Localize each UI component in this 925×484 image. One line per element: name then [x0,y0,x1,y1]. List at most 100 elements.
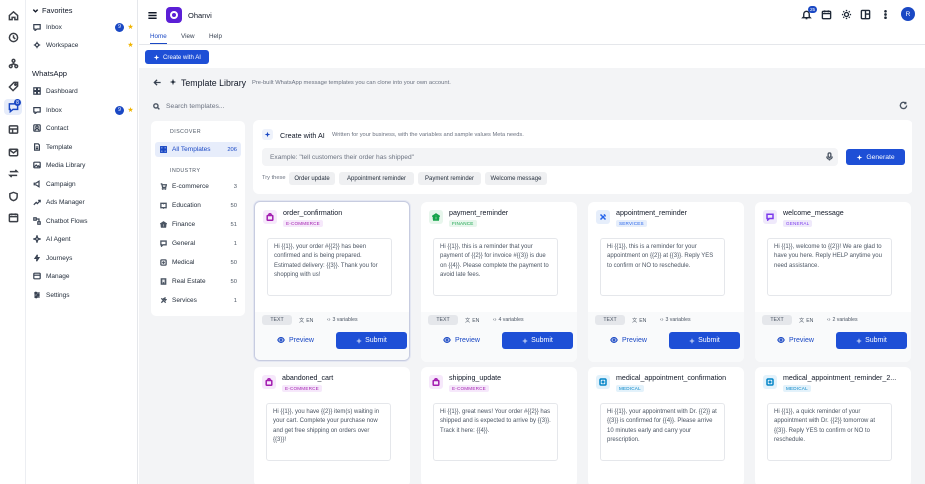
preview-button[interactable]: Preview [610,336,647,344]
more-vertical-icon[interactable] [879,8,892,21]
sidebar-item-dashboard[interactable]: Dashboard [32,84,134,98]
preview-button[interactable]: Preview [777,336,814,344]
preview-button[interactable]: Preview [277,336,314,344]
fav-item-inbox[interactable]: Inbox 9 ★ [32,20,134,34]
tag-icon[interactable] [4,78,22,94]
template-library-page: Template Library Pre-built WhatsApp mess… [139,68,925,484]
industry-heading: INDUSTRY [170,168,201,174]
sidebar-item-ads-manager[interactable]: Ads Manager [32,195,134,209]
filter-education[interactable]: Education 50 [155,198,241,213]
filter-count: 3 [233,183,237,190]
template-card-shipping-update[interactable]: shipping_update E-COMMERCE Hi {{1}}, gre… [421,367,577,484]
generate-button[interactable]: Generate [846,149,905,165]
home-icon[interactable] [4,7,22,23]
category-badge: MEDICAL [783,385,811,392]
tab-home[interactable]: Home [150,33,167,44]
filter-label: Education [172,202,201,209]
history-icon[interactable] [4,29,22,45]
page-subtitle: Pre-built WhatsApp message templates you… [252,80,451,86]
sidebar-item-label: Campaign [46,180,76,188]
filter-real-estate[interactable]: Real Estate 50 [155,274,241,289]
card-footer: TEXT 文 EN ‹› 3 variables Preview Submit [588,312,744,362]
whatsapp-chat-icon[interactable]: 8 [4,99,22,115]
sidebar-item-template[interactable]: Template [32,140,134,154]
discover-heading: DISCOVER [170,129,202,135]
hierarchy-icon[interactable] [4,55,22,71]
sidebar-item-settings[interactable]: Settings [32,288,134,302]
icon-rail: 8 [0,0,26,484]
ai-panel-title: Create with AI [280,131,325,140]
card-footer: TEXT 文 EN ‹› 2 variables Preview Submit [755,312,911,362]
template-card-order-confirmation[interactable]: order_confirmation E-COMMERCE Hi {{1}}, … [254,201,410,361]
avatar[interactable]: R [901,7,915,21]
search-input[interactable] [166,102,306,110]
submit-button[interactable]: Submit [669,332,740,349]
sidebar-item-inbox[interactable]: Inbox 9 ★ [32,103,134,117]
star-icon[interactable]: ★ [127,23,134,31]
sidebar-item-chatbot-flows[interactable]: Chatbot Flows [32,214,134,228]
sun-icon[interactable] [840,8,853,21]
star-icon[interactable]: ★ [127,106,134,114]
template-card-abandoned-cart[interactable]: abandoned_cart E-COMMERCE Hi {{1}}, you … [254,367,410,484]
category-badge: MEDICAL [616,385,644,392]
variables-label: 3 variables [332,317,358,323]
try-these-label: Try these [262,175,286,181]
filter-finance[interactable]: Finance 51 [155,217,241,232]
tab-view[interactable]: View [181,33,195,43]
sidebar-item-manage[interactable]: Manage [32,269,134,283]
grid-icon[interactable] [4,121,22,137]
filter-medical[interactable]: Medical 50 [155,255,241,270]
template-card-welcome-message[interactable]: welcome_message GENERAL Hi {{1}}, welcom… [755,202,911,362]
template-name: medical_appointment_confirmation [616,374,727,382]
fav-item-workspace[interactable]: Workspace ★ [32,38,134,52]
calendar-icon[interactable] [820,8,833,21]
template-body: Hi {{1}}, you have {{2}} item(s) waiting… [266,403,391,461]
sidebar-item-media-library[interactable]: Media Library [32,158,134,172]
template-card-payment-reminder[interactable]: payment_reminder FINANCE Hi {{1}}, this … [421,202,577,362]
layout-panel-icon[interactable] [859,8,872,21]
tab-help[interactable]: Help [209,33,222,43]
microphone-icon[interactable] [825,152,835,162]
sidebar-item-contact[interactable]: Contact [32,121,134,135]
star-icon[interactable]: ★ [127,41,134,49]
template-card-appointment-reminder[interactable]: appointment_reminder SERVICES Hi {{1}}, … [588,202,744,362]
refresh-icon[interactable] [899,101,908,110]
chip-welcome-message[interactable]: Welcome message [485,172,547,185]
favorites-toggle[interactable]: Favorites [32,6,72,15]
sidebar-item-journeys[interactable]: Journeys [32,251,134,265]
chip-appointment-reminder[interactable]: Appointment reminder [339,172,414,185]
submit-button[interactable]: Submit [836,332,907,349]
filter-general[interactable]: General 1 [155,236,241,251]
sidebar-item-ai-agent[interactable]: AI Agent [32,232,134,246]
bank-icon [429,210,443,224]
inbox-icon [32,106,41,115]
preview-button[interactable]: Preview [443,336,480,344]
mail-icon[interactable] [4,144,22,160]
create-with-ai-button[interactable]: Create with AI [145,50,209,64]
cart-icon [159,183,167,191]
filter-ecommerce[interactable]: E-commerce 3 [155,179,241,194]
transfer-icon[interactable] [4,165,22,181]
plus-icon [856,338,862,343]
template-card-medical-appointment-reminder[interactable]: medical_appointment_reminder_2... MEDICA… [755,367,911,484]
notification-bell-icon[interactable]: 25 [800,6,817,21]
medical-icon [596,375,610,389]
ads-icon [32,198,41,207]
calendar-icon[interactable] [4,209,22,225]
filter-all-templates[interactable]: All Templates 206 [155,142,241,157]
plus-icon [522,338,528,343]
submit-label: Submit [365,337,387,344]
chip-order-update[interactable]: Order update [289,172,335,185]
ai-prompt-input[interactable] [270,153,810,161]
template-card-medical-appointment-confirmation[interactable]: medical_appointment_confirmation MEDICAL… [588,367,744,484]
sidebar-item-campaign[interactable]: Campaign [32,177,134,191]
search-bar [153,100,313,112]
shield-icon[interactable] [4,188,22,204]
chip-payment-reminder[interactable]: Payment reminder [418,172,481,185]
category-badge: E-COMMERCE [449,385,489,392]
menu-icon[interactable] [145,8,159,22]
submit-button[interactable]: Submit [502,332,573,349]
back-arrow-icon[interactable] [153,78,162,87]
filter-services[interactable]: Services 1 [155,293,241,308]
submit-button[interactable]: Submit [336,332,407,349]
